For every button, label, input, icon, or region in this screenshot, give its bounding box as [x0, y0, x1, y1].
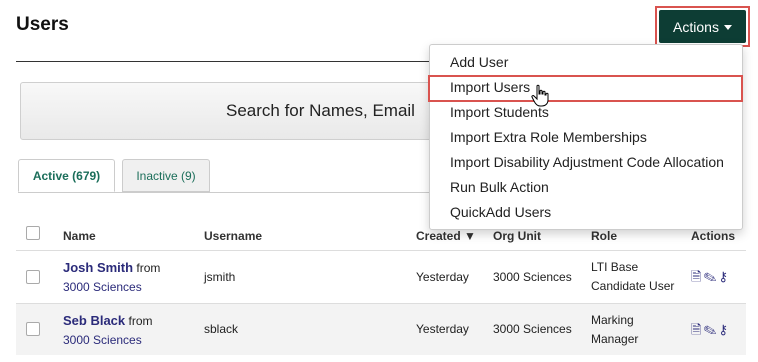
- page-title: Users: [16, 14, 69, 35]
- title-divider: [16, 61, 436, 62]
- org-link[interactable]: 3000 Sciences: [63, 280, 142, 294]
- hand-cursor-icon: [531, 84, 549, 107]
- search-label: Search for Names, Email: [226, 101, 415, 120]
- user-name-cell: Josh Smith from: [63, 260, 160, 275]
- column-header-username[interactable]: Username: [204, 229, 262, 243]
- table-row: [16, 250, 746, 302]
- column-header-role[interactable]: Role: [591, 229, 617, 243]
- menu-item-import-disability-adjustment[interactable]: Import Disability Adjustment Code Alloca…: [450, 154, 724, 170]
- column-header-created[interactable]: Created ▼: [416, 229, 476, 243]
- org-unit-cell: 3000 Sciences: [493, 322, 572, 336]
- pencil-icon[interactable]: ✎: [703, 269, 718, 284]
- created-cell: Yesterday: [416, 322, 469, 336]
- menu-item-quickadd-users[interactable]: QuickAdd Users: [450, 204, 551, 220]
- key-icon[interactable]: ⚷: [719, 322, 731, 337]
- document-icon[interactable]: 🗎: [691, 269, 703, 284]
- row-actions: 🗎✎⚷: [691, 268, 730, 290]
- org-link[interactable]: 3000 Sciences: [63, 333, 142, 347]
- row-checkbox[interactable]: [26, 270, 40, 284]
- user-name-cell: Seb Black from: [63, 313, 153, 328]
- column-header-name[interactable]: Name: [63, 229, 96, 243]
- tab-active[interactable]: Active (679): [18, 159, 115, 192]
- caret-down-icon: [723, 25, 732, 30]
- select-all-checkbox[interactable]: [26, 226, 40, 240]
- column-header-actions: Actions: [691, 229, 736, 243]
- menu-item-run-bulk-action[interactable]: Run Bulk Action: [450, 179, 549, 195]
- created-cell: Yesterday: [416, 270, 469, 284]
- menu-item-add-user[interactable]: Add User: [450, 54, 508, 70]
- tab-divider: [18, 192, 448, 193]
- username-cell: sblack: [204, 322, 239, 336]
- search-button[interactable]: Search for Names, Email: [20, 82, 460, 140]
- menu-item-import-extra-role-memberships[interactable]: Import Extra Role Memberships: [450, 129, 647, 145]
- actions-dropdown-menu: Add User Import Users Import Students Im…: [429, 44, 743, 230]
- role-cell-line1: Marking: [591, 313, 634, 327]
- row-checkbox[interactable]: [26, 322, 40, 336]
- from-text: from: [136, 261, 161, 275]
- column-header-org-unit[interactable]: Org Unit: [493, 229, 541, 243]
- pencil-icon[interactable]: ✎: [703, 322, 718, 337]
- role-cell-line2: Candidate User: [591, 279, 675, 293]
- user-name-link[interactable]: Seb Black: [63, 313, 125, 328]
- username-cell: jsmith: [204, 270, 236, 284]
- org-unit-cell: 3000 Sciences: [493, 270, 572, 284]
- row-actions: 🗎✎⚷: [691, 321, 730, 343]
- user-name-link[interactable]: Josh Smith: [63, 260, 133, 275]
- document-icon[interactable]: 🗎: [691, 322, 703, 337]
- from-text: from: [128, 314, 153, 328]
- actions-button-label: Actions: [673, 18, 719, 35]
- actions-button[interactable]: Actions: [659, 10, 746, 43]
- key-icon[interactable]: ⚷: [719, 269, 731, 284]
- role-cell-line2: Manager: [591, 332, 639, 346]
- import-users-highlight: [428, 75, 743, 102]
- table-row: [16, 303, 746, 355]
- role-cell-line1: LTI Base: [591, 260, 639, 274]
- tab-inactive[interactable]: Inactive (9): [122, 159, 210, 192]
